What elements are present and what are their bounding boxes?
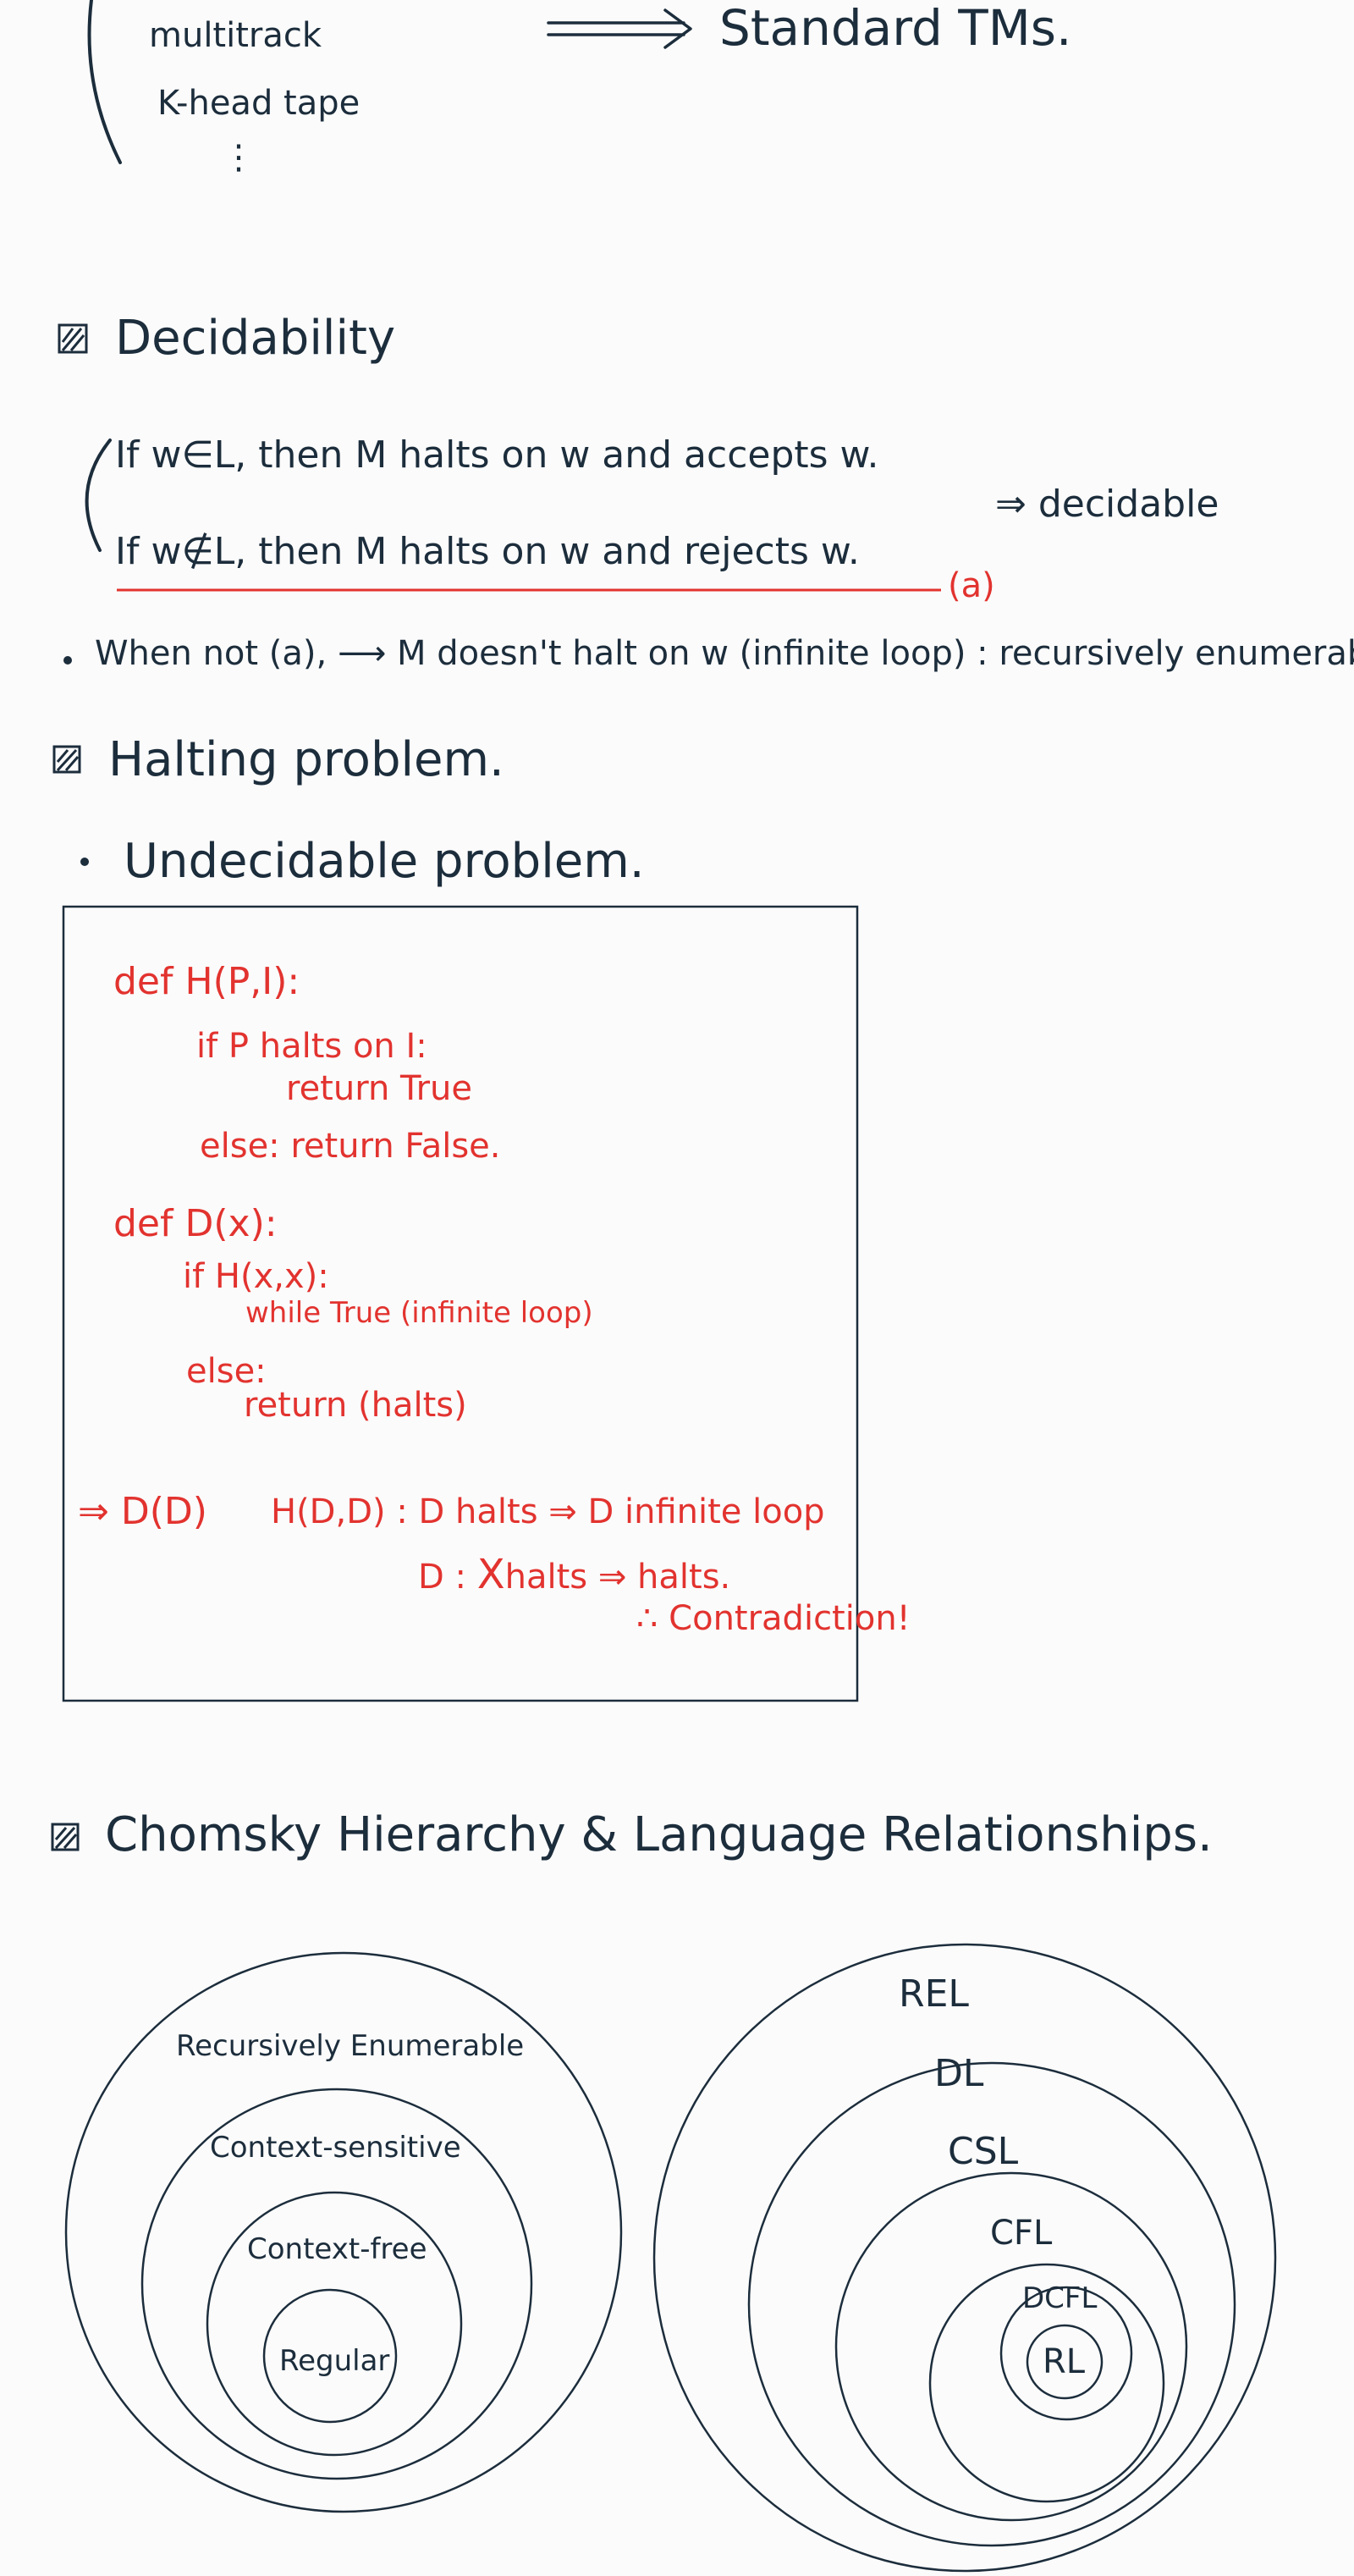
proof-contradiction: ∴ Contradiction! [636,1599,911,1638]
code-while-true: while True (infinite loop) [245,1296,593,1330]
proof-line-2-pre: D : [418,1558,477,1597]
heading-decidability: Decidability [115,311,396,366]
code-return-true: return True [286,1069,472,1108]
code-if-halts: if P halts on I: [196,1027,427,1066]
variant-k-head-tape: K-head tape [157,84,361,123]
undecidable-bullet: Undecidable problem. [124,834,645,889]
double-arrow-icon [547,8,692,49]
bullet-dot [80,858,89,866]
checked-box-icon [52,745,81,774]
checked-box-icon [51,1823,80,1851]
chomsky-circles-right [652,1943,1277,2573]
code-def-d: def D(x): [113,1202,278,1245]
notes-page: multitrack K-head tape ⋮ Standard TMs. D… [0,0,1354,2576]
decidability-line-accept: If w∈L, then M halts on w and accepts w. [115,433,879,477]
code-else: else: [186,1352,267,1391]
label-regular: Regular [279,2344,390,2378]
label-cfl: CFL [990,2214,1053,2253]
standard-tms: Standard TMs. [719,0,1072,57]
proof-lead: ⇒ D(D) [78,1490,207,1533]
bullet-dot [63,656,72,665]
proof-line-1: H(D,D) : D halts ⇒ D infinite loop [271,1492,825,1531]
checked-box-icon [58,323,88,354]
top-brace [87,0,122,164]
label-rl: RL [1043,2342,1086,2381]
heading-chomsky: Chomsky Hierarchy & Language Relationshi… [105,1807,1213,1862]
decidable-conclusion: ⇒ decidable [995,483,1219,526]
label-rel: REL [899,1972,969,2016]
code-if-hxx: if H(x,x): [183,1257,329,1296]
decidability-brace [85,439,112,552]
variant-ellipsis: ⋮ [222,138,256,177]
label-a: (a) [948,566,995,605]
proof-line-2-post: halts ⇒ halts. [504,1558,731,1597]
label-dl: DL [934,2052,984,2095]
code-else-false: else: return False. [200,1127,501,1166]
label-context-sensitive: Context-sensitive [210,2131,461,2165]
code-def-h: def H(P,I): [113,960,300,1003]
decidability-line-reject: If w∉L, then M halts on w and rejects w. [115,530,860,573]
heading-halting-problem: Halting problem. [108,732,504,787]
recursively-enumerable-note: When not (a), ⟶ M doesn't halt on w (inf… [95,634,1354,673]
variant-multitrack: multitrack [149,16,322,55]
proof-line-2: D : Xhalts ⇒ halts. [418,1554,730,1595]
struck-x: X [476,1551,505,1598]
label-context-free: Context-free [247,2232,427,2266]
label-dcfl: DCFL [1022,2281,1098,2315]
label-recursively-enumerable: Recursively Enumerable [176,2029,525,2063]
label-csl: CSL [948,2130,1019,2173]
code-return-halts: return (halts) [244,1386,467,1425]
